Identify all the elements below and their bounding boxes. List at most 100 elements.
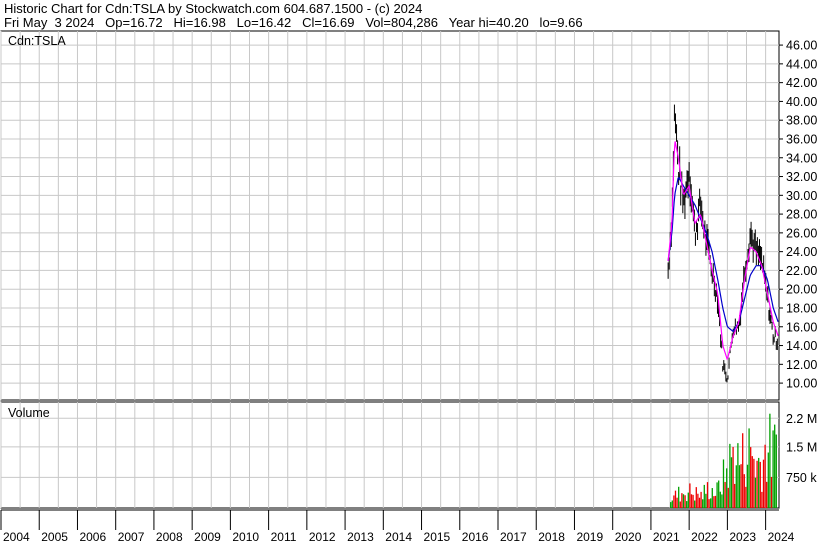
volume-bar [702,499,704,508]
volume-bar [719,491,721,508]
volume-bar [710,498,712,508]
volume-bar [735,465,737,508]
volume-bar [681,493,683,508]
volume-bar [722,459,725,508]
price-tick-label: 26.00 [786,226,817,240]
volume-bar [759,461,761,508]
time-tick-label: 2022 [691,530,718,543]
volume-bar [767,452,769,508]
price-tick-label: 20.00 [786,283,817,297]
volume-bar [743,474,745,508]
volume-bar [671,500,673,508]
time-tick-label: 2011 [271,530,297,543]
volume-axis-ticks: 2.2 M 1.5 M 750 k [786,412,817,485]
volume-tick-label: 2.2 M [786,412,817,426]
volume-bar [745,486,747,508]
time-tick-label: 2009 [194,530,221,543]
volume-bar [676,497,678,508]
volume-bar [682,494,685,508]
price-tick-label: 28.00 [786,208,817,222]
price-panel-frame [0,30,780,401]
volume-bar [764,444,766,508]
time-tick-label: 2010 [232,530,259,543]
volume-bar [740,464,742,508]
volume-bar [754,477,757,508]
volume-bar [694,500,696,508]
time-tick-label: 2017 [500,530,527,543]
volume-bar [678,486,680,508]
price-tick-label: 46.00 [786,39,817,53]
volume-bar [684,495,686,508]
time-tick-label: 2018 [538,530,565,543]
volume-bar [738,465,741,508]
volume-bar [697,493,699,508]
volume-bar [695,487,697,508]
volume-bar [711,488,713,508]
volume-bar [687,492,689,508]
price-tick-label: 10.00 [786,377,817,391]
volume-bar [718,480,720,508]
price-tick-label: 16.00 [786,320,817,334]
price-tick-label: 44.00 [786,57,817,71]
volume-bar [734,483,736,508]
volume-label: Volume [8,406,50,420]
time-tick-label: 2021 [653,530,680,543]
volume-bar [674,490,677,508]
volume-bar [721,494,723,508]
time-tick-label: 2014 [385,530,412,543]
volume-bar [686,501,688,508]
volume-bar [732,446,734,508]
volume-bar [770,476,773,508]
volume-bar [769,413,771,508]
price-tick-label: 42.00 [786,76,817,90]
volume-bar [742,433,744,508]
volume-bar [756,460,758,508]
time-tick-label: 2004 [3,530,30,543]
time-tick-label: 2019 [576,530,603,543]
volume-bar [708,499,710,508]
volume-bar [724,481,726,508]
time-tick-label: 2016 [462,530,489,543]
volume-tick-label: 750 k [786,471,817,485]
price-tick-label: 38.00 [786,114,817,128]
volume-bar [729,443,731,508]
time-tick-label: 2015 [424,530,451,543]
price-tick-label: 40.00 [786,95,817,109]
volume-bar [748,428,750,508]
price-tick-label: 14.00 [786,339,817,353]
price-tick-label: 32.00 [786,170,817,184]
volume-bar [762,459,765,508]
volume-bar [727,487,729,508]
time-tick-label: 2024 [768,530,795,543]
volume-bar [673,495,675,508]
time-tick-label: 2012 [309,530,336,543]
volume-bar [751,456,753,508]
volume-bar [700,491,702,508]
time-tick-label: 2007 [118,530,145,543]
symbol-label: Cdn:TSLA [8,34,66,48]
price-tick-label: 24.00 [786,245,817,259]
volume-bar [772,430,774,508]
price-tick-label: 36.00 [786,132,817,146]
volume-bar [679,501,681,508]
price-tick-label: 12.00 [786,358,817,372]
volume-bar [692,494,694,508]
volume-bar [698,497,701,508]
volume-bar [753,458,755,508]
historic-chart: 46.00 44.00 42.00 40.00 38.00 36.00 34.00 32.00… [0,30,817,543]
volume-bar [714,495,717,508]
volume-bar [737,443,739,508]
price-tick-label: 30.00 [786,189,817,203]
volume-bar [690,494,693,508]
time-tick-label: 2006 [79,530,106,543]
volume-bar [703,484,705,508]
volume-tick-label: 1.5 M [786,440,817,454]
price-axis-ticks: 46.00 44.00 42.00 40.00 38.00 36.00 34.00 32.00… [779,39,817,391]
price-tick-label: 22.00 [786,264,817,278]
volume-bar [706,482,709,508]
price-tick-label: 18.00 [786,301,817,315]
volume-bar [716,482,718,508]
volume-bar [750,447,752,508]
time-axis-ticks: 2004 2005 2006 2007 2008 2009 2010 2011 2012 2013… [0,510,795,543]
volume-bar [726,468,728,508]
